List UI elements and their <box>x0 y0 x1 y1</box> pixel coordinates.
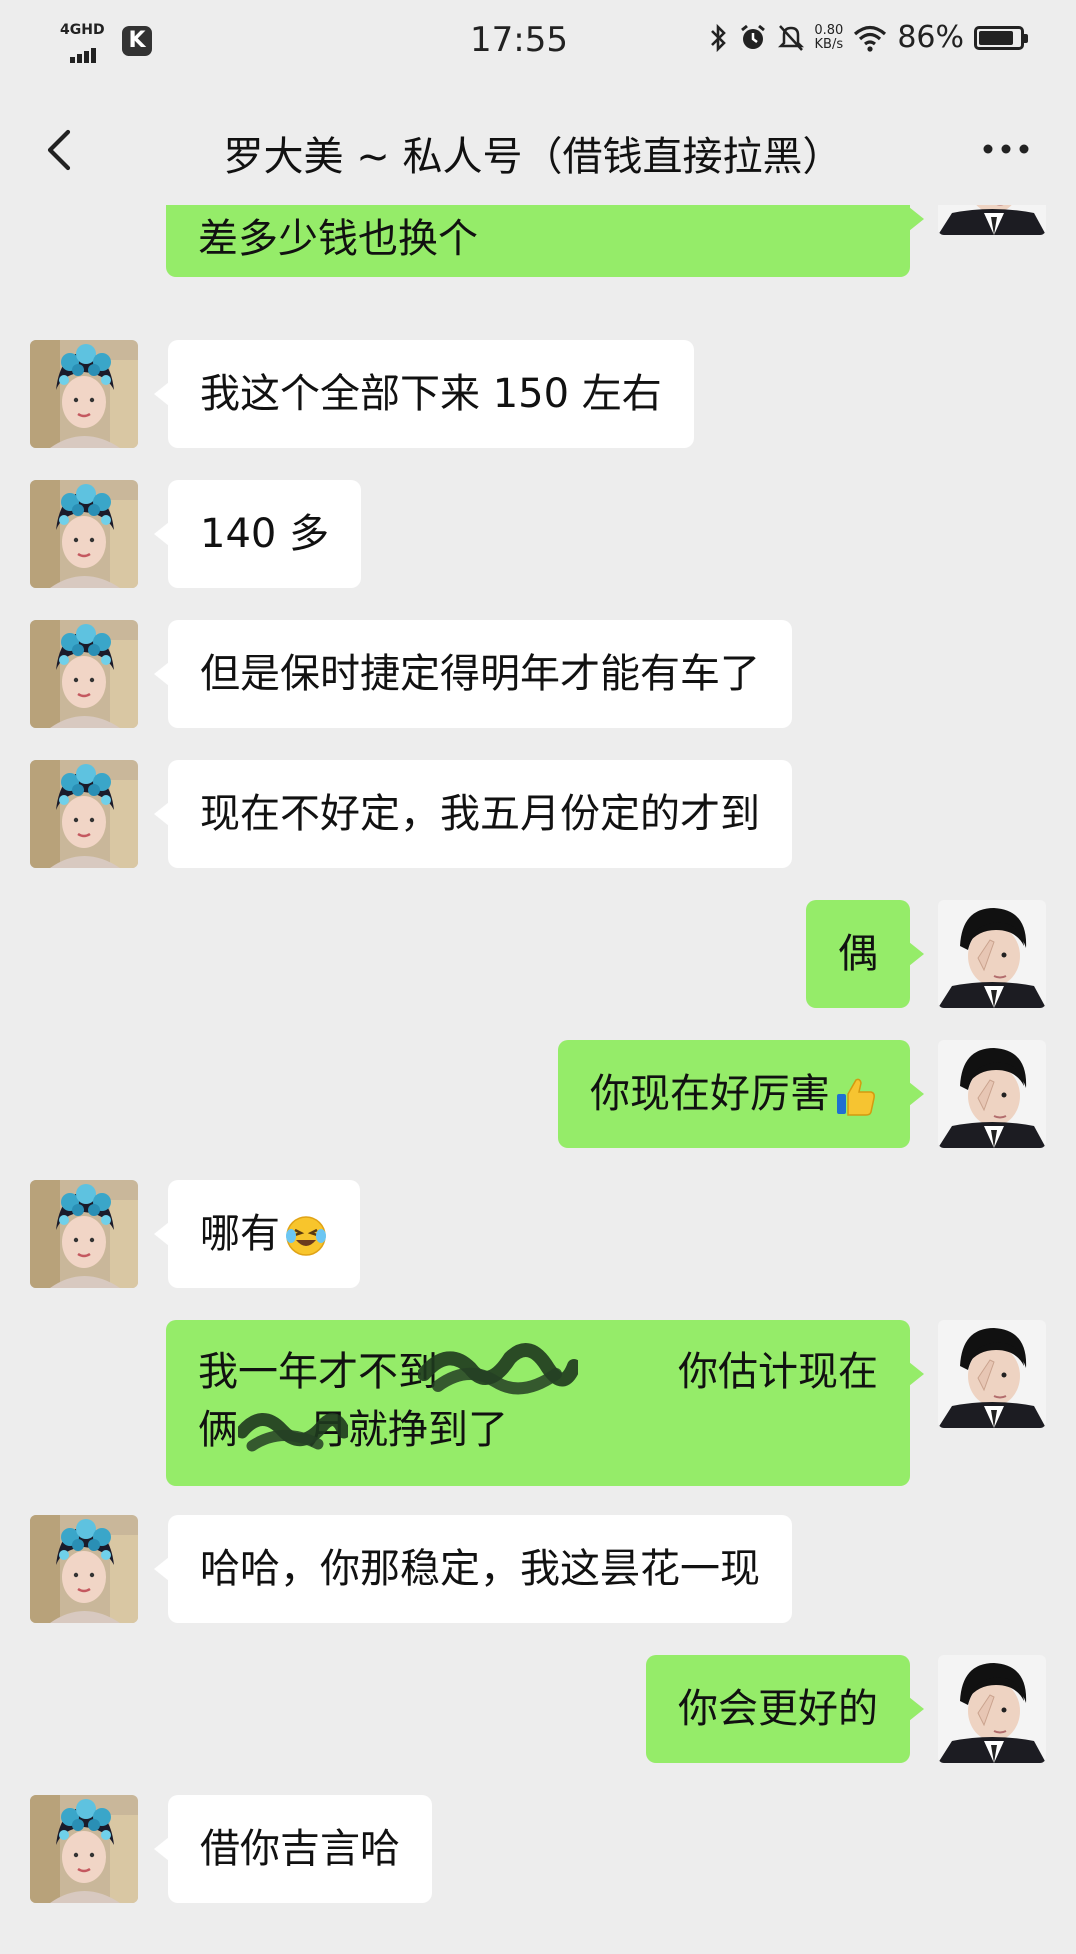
received-bubble[interactable]: 哈哈，你那稳定，我这昙花一现 <box>154 1515 792 1623</box>
battery-icon <box>974 25 1028 50</box>
my-avatar[interactable] <box>938 205 1046 235</box>
status-bar: 4GHD K 17:55 0.80 KB/s 86% <box>0 0 1076 84</box>
chevron-left-icon[interactable] <box>34 120 94 180</box>
sent-bubble[interactable]: 保时捷多少钱，我想换辆新车，咱们 差多少钱也换个 <box>166 205 924 277</box>
sent-bubble[interactable]: 你现在好厉害 <box>558 1040 924 1148</box>
message-text: 借你吉言哈 <box>200 1826 400 1872</box>
message-row: 偶 <box>0 900 1076 1012</box>
thumbs-up-icon <box>837 1078 875 1116</box>
message-text: 但是保时捷定得明年才能有车了 <box>200 651 760 697</box>
received-bubble[interactable]: 但是保时捷定得明年才能有车了 <box>154 620 792 728</box>
received-bubble[interactable]: 我这个全部下来 150 左右 <box>154 340 694 448</box>
contact-avatar[interactable] <box>30 620 138 728</box>
received-bubble[interactable]: 借你吉言哈 <box>154 1795 432 1903</box>
contact-avatar[interactable] <box>30 760 138 868</box>
censor-scribble <box>238 1413 348 1452</box>
contact-avatar[interactable] <box>30 1515 138 1623</box>
contact-avatar[interactable] <box>30 1795 138 1903</box>
contact-avatar[interactable] <box>30 480 138 588</box>
message-row: 我这个全部下来 150 左右 <box>0 340 1076 452</box>
contact-avatar[interactable] <box>30 1180 138 1288</box>
sent-bubble[interactable]: 你会更好的 <box>646 1655 924 1763</box>
my-avatar[interactable] <box>938 1320 1046 1428</box>
my-avatar[interactable] <box>938 1655 1046 1763</box>
bluetooth-icon <box>711 23 727 52</box>
message-row: 你现在好厉害 <box>0 1040 1076 1152</box>
message-row: 保时捷多少钱，我想换辆新车，咱们 差多少钱也换个 <box>0 205 1076 285</box>
sent-bubble[interactable]: 我一年才不到 你估计现在 俩月就挣到了 <box>166 1320 924 1486</box>
more-dots-icon[interactable] <box>976 124 1036 174</box>
message-text: 你会更好的 <box>678 1686 878 1732</box>
network-type: 4GHD <box>60 22 105 38</box>
cut-off-text: 保时捷多少钱，我想换辆新车，咱们 <box>198 205 878 215</box>
clock: 17:55 <box>470 20 568 60</box>
received-bubble[interactable]: 现在不好定，我五月份定的才到 <box>154 760 792 868</box>
app-notification-icon: K <box>122 26 152 56</box>
chat-header: 罗大美 ~ 私人号（借钱直接拉黑） <box>0 100 1076 200</box>
message-text: 俩 <box>198 1407 238 1453</box>
signal-icon: 4GHD <box>60 22 112 63</box>
message-text: 哪有 <box>200 1211 280 1257</box>
chat-title: 罗大美 ~ 私人号（借钱直接拉黑） <box>223 134 843 180</box>
message-text: 差多少钱也换个 <box>198 216 478 262</box>
wifi-icon <box>854 25 887 52</box>
message-row: 但是保时捷定得明年才能有车了 <box>0 620 1076 732</box>
received-bubble[interactable]: 哪有 <box>154 1180 360 1288</box>
alarm-icon <box>741 24 766 49</box>
message-list[interactable]: 保时捷多少钱，我想换辆新车，咱们 差多少钱也换个 我这个全部下来 150 左右 … <box>0 205 1076 1954</box>
message-row: 哈哈，你那稳定，我这昙花一现 <box>0 1515 1076 1627</box>
contact-avatar[interactable] <box>30 340 138 448</box>
received-bubble[interactable]: 140 多 <box>153 480 362 588</box>
network-speed: 0.80 KB/s <box>814 22 844 52</box>
message-text: 我这个全部下来 150 左右 <box>200 371 662 417</box>
message-text: 偶 <box>838 931 878 977</box>
message-row: 哪有 <box>0 1180 1076 1292</box>
message-text: 我一年才不到 <box>198 1349 438 1395</box>
battery-percent: 86% <box>897 20 964 55</box>
message-row: 你会更好的 <box>0 1655 1076 1767</box>
message-text: 你估计现在 <box>678 1349 878 1395</box>
my-avatar[interactable] <box>938 900 1046 1008</box>
my-avatar[interactable] <box>938 1040 1046 1148</box>
laugh-cry-emoji-icon <box>286 1216 326 1256</box>
message-row: 我一年才不到 你估计现在 俩月就挣到了 <box>0 1320 1076 1490</box>
mute-bell-icon <box>778 24 805 51</box>
message-text: 现在不好定，我五月份定的才到 <box>200 791 760 837</box>
message-text: 140 多 <box>200 511 330 557</box>
message-row: 现在不好定，我五月份定的才到 <box>0 760 1076 872</box>
sent-bubble[interactable]: 偶 <box>806 900 924 1008</box>
message-row: 借你吉言哈 <box>0 1795 1076 1907</box>
message-text: 你现在好厉害 <box>590 1071 830 1117</box>
message-text: 哈哈，你那稳定，我这昙花一现 <box>200 1546 760 1592</box>
message-row: 140 多 <box>0 480 1076 592</box>
censor-scribble <box>418 1343 578 1395</box>
